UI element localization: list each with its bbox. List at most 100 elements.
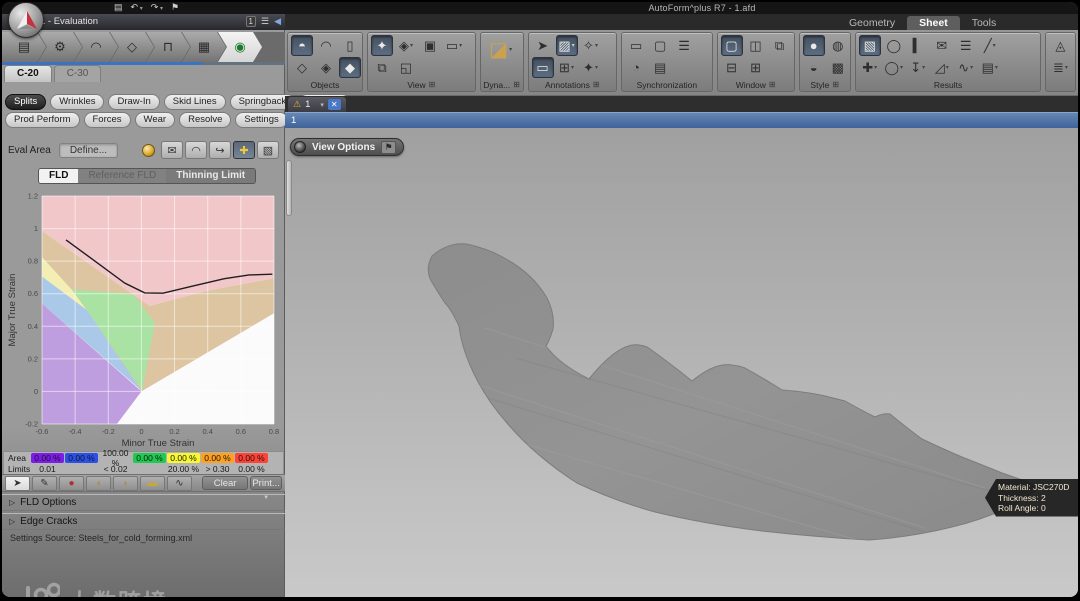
ribbon-tab-sheet[interactable]: Sheet — [907, 16, 960, 30]
part-object-icon[interactable]: ◆ — [339, 57, 361, 78]
section-annotation-icon[interactable]: ▨ ▾ — [555, 35, 578, 56]
sync-page-icon[interactable]: ▤ — [649, 57, 671, 78]
sheet-object-icon[interactable]: ◇ — [291, 57, 313, 78]
strain-result-icon[interactable]: ◯ ▾ — [883, 57, 905, 78]
hsplit-window-icon[interactable]: ⊟ — [721, 57, 743, 78]
axis-tool-icon[interactable]: ✚ — [233, 141, 255, 159]
fld-result-icon[interactable]: ✉ — [931, 35, 953, 56]
note-tool-icon[interactable]: ▬ — [140, 475, 165, 491]
waviness-result-icon[interactable]: ∿ ▾ — [955, 57, 977, 78]
marker-tool-icon[interactable]: ● — [59, 475, 84, 491]
fit-view-icon[interactable]: ▣ — [419, 35, 441, 56]
pill-forces[interactable]: Forces — [83, 112, 131, 128]
fold-result-icon[interactable]: ◿ ▾ — [931, 57, 953, 78]
ribbon-tab-geometry[interactable]: Geometry — [837, 16, 907, 30]
label-annotation-icon[interactable]: ▭ — [531, 57, 554, 78]
camera-view-icon[interactable]: ▭ ▾ — [443, 35, 465, 56]
fld-tab-reference-fld[interactable]: Reference FLD — [78, 169, 167, 183]
result-tab-dropdown-icon[interactable]: ▾ — [320, 101, 324, 109]
group-expander-icon[interactable]: ⊞ — [832, 80, 839, 89]
probe-annotation-icon[interactable]: ✧ ▾ — [580, 35, 602, 56]
section-tool-icon[interactable]: ◖ — [86, 475, 111, 491]
slope-result-icon[interactable]: ╱ ▾ — [979, 35, 1001, 56]
report-result-icon[interactable]: ▤ ▾ — [979, 57, 1001, 78]
pin-icon[interactable]: ⚑ — [381, 140, 397, 154]
dyna-icon[interactable]: ◪ ▾ — [484, 35, 518, 65]
group-expander-icon[interactable]: ⊞ — [513, 80, 520, 89]
axis-view-icon[interactable]: ✦ — [371, 35, 393, 56]
clip-view-icon[interactable]: ◱ — [395, 57, 417, 78]
highlight-annotation-icon[interactable]: ✦ ▾ — [580, 57, 602, 78]
window-collapse-icon[interactable]: ◀ — [274, 15, 281, 28]
fld-view-icon[interactable]: ✉ — [161, 141, 183, 159]
quad-window-icon[interactable]: ⊞ — [745, 57, 767, 78]
sync-camera-icon[interactable]: ▭ — [625, 35, 647, 56]
define-button[interactable]: Define... — [58, 142, 119, 158]
pick-tool-icon[interactable]: ➤ — [5, 475, 30, 491]
sync-settings-icon[interactable]: ☰ — [673, 35, 695, 56]
sync-time-icon[interactable]: ◔ — [625, 57, 647, 78]
pill-draw-in[interactable]: Draw-In — [108, 94, 160, 110]
formability-result-icon[interactable]: ▧ — [858, 35, 881, 56]
ribbon-tab-bar: Geometry Sheet Tools — [837, 16, 1008, 30]
sync-note-icon[interactable]: ▢ — [649, 35, 671, 56]
render-quality-icon[interactable]: ◬ — [1049, 35, 1071, 56]
single-window-icon[interactable]: ▢ — [720, 35, 743, 56]
selected-result-row[interactable]: 1 — [285, 112, 1078, 128]
wireframe-style-icon[interactable]: ◍ — [827, 35, 849, 56]
displacement-result-icon[interactable]: ↧ ▾ — [907, 57, 929, 78]
pill-resolve[interactable]: Resolve — [179, 112, 232, 128]
copy-view-icon[interactable]: ⧉ — [371, 57, 393, 78]
group-expander-icon[interactable]: ⊞ — [429, 80, 436, 89]
counter-annotation-icon[interactable]: ⊞ ▾ — [556, 57, 578, 78]
export-view-icon[interactable]: ↪ — [209, 141, 231, 159]
clear-button[interactable]: Clear — [202, 476, 249, 490]
stack-result-icon[interactable]: ☰ — [955, 35, 977, 56]
thermometer-result-icon[interactable]: ▍ — [907, 35, 929, 56]
viewport-canvas[interactable]: View Options ⚑ Material: JSC270D Thicknes… — [285, 128, 1078, 597]
part-view-icon[interactable]: ◠ — [185, 141, 207, 159]
result-tab[interactable]: ⚠ 1 ▾ ✕ — [288, 97, 346, 112]
pill-splits[interactable]: Splits — [5, 94, 47, 110]
fld-options-section[interactable]: ▷ FLD Options — [2, 494, 285, 511]
pill-skid-lines[interactable]: Skid Lines — [163, 94, 226, 110]
pill-wear[interactable]: Wear — [134, 112, 176, 128]
fld-tab-thinning-limit[interactable]: Thinning Limit — [166, 169, 256, 183]
panel-tab-c-20[interactable]: C-20 — [4, 65, 52, 82]
fld-tab-fld[interactable]: FLD — [39, 169, 79, 183]
shaded-style-icon[interactable]: ● — [802, 35, 825, 56]
sheet-view-icon[interactable]: ▧ — [257, 141, 279, 159]
view-options-button[interactable]: View Options ⚑ — [290, 138, 405, 156]
evaluation-window-header[interactable]: 1 - Evaluation 1 ☰ ◀ — [2, 14, 285, 30]
edge-cracks-expand-icon: ▷ — [9, 517, 16, 526]
result-tab-close-icon[interactable]: ✕ — [327, 99, 341, 110]
pill-settings[interactable]: Settings — [235, 112, 288, 128]
mesh-style-icon[interactable]: ▩ — [827, 57, 849, 78]
layers-icon[interactable]: ≣ ▾ — [1049, 57, 1071, 78]
pill-prod-perform[interactable]: Prod Perform — [5, 112, 80, 128]
panel-tab-c-30[interactable]: C-30 — [53, 65, 102, 82]
curve-tool-icon[interactable]: ∿ — [167, 475, 192, 491]
group-expander-icon[interactable]: ⊞ — [769, 80, 776, 89]
edge-cracks-section[interactable]: ▷ Edge Cracks — [2, 513, 285, 530]
group-expander-icon[interactable]: ⊞ — [593, 80, 600, 89]
cursor-annotation-icon[interactable]: ➤ — [532, 35, 554, 56]
surface-tool-icon[interactable]: ◗ — [113, 475, 138, 491]
print-button[interactable]: Print... ▼ — [250, 476, 282, 501]
window-list-icon[interactable]: ☰ — [261, 15, 269, 28]
panel-scrollbar-thumb[interactable] — [286, 160, 292, 216]
vsplit-window-icon[interactable]: ◫ — [745, 35, 767, 56]
thinning-result-icon[interactable]: ◯ — [883, 35, 905, 56]
window-index-badge[interactable]: 1 — [245, 16, 256, 27]
pin-tool-icon[interactable]: ✎ — [32, 475, 57, 491]
cascade-window-icon[interactable]: ⧉ — [769, 35, 791, 56]
textured-style-icon[interactable]: ◒ — [803, 57, 825, 78]
multi-view-icon[interactable]: ◈ ▾ — [395, 35, 417, 56]
pill-wrinkles[interactable]: Wrinkles — [50, 94, 105, 110]
ribbon-tab-tools[interactable]: Tools — [960, 16, 1009, 30]
die-tool-icon[interactable]: ◓ — [291, 35, 313, 56]
addendum-tool-icon[interactable]: ▯ — [339, 35, 361, 56]
binder-tool-icon[interactable]: ◠ — [315, 35, 337, 56]
springback-result-icon[interactable]: ✚ ▾ — [859, 57, 881, 78]
blank-object-icon[interactable]: ◈ — [315, 57, 337, 78]
